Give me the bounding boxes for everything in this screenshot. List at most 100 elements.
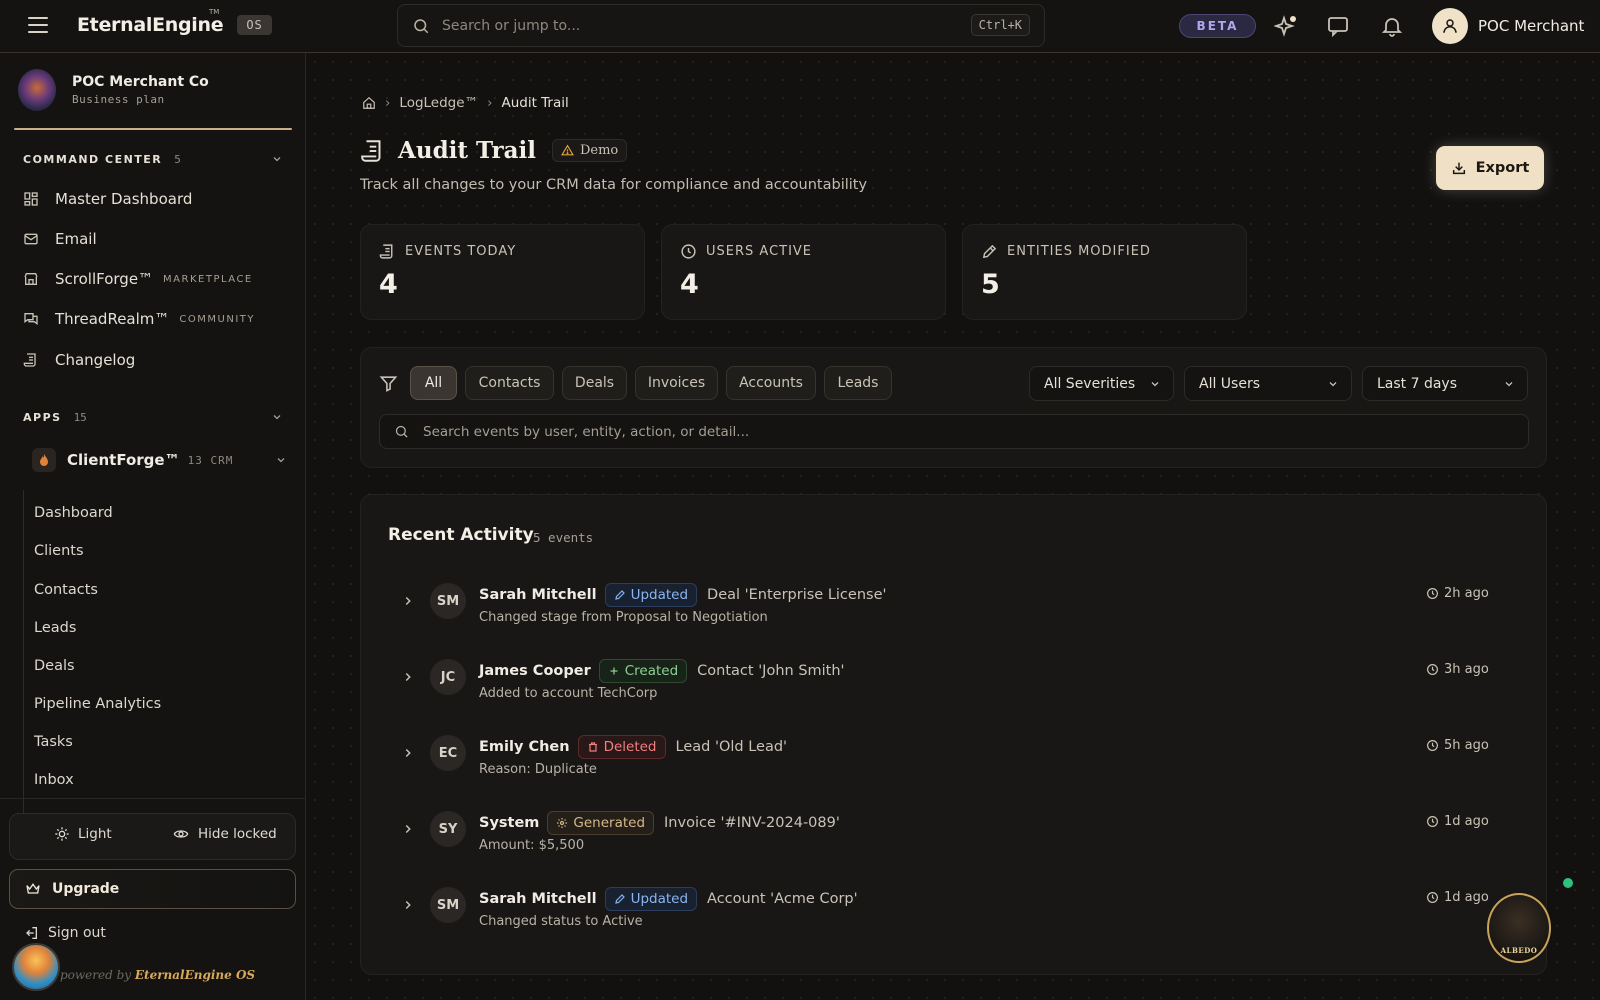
org-switcher[interactable]: POC Merchant Co Business plan: [18, 69, 209, 111]
user-menu[interactable]: POC Merchant: [1432, 8, 1584, 44]
event-entity: Account 'Acme Corp': [707, 891, 858, 907]
command-center-header[interactable]: COMMAND CENTER 5: [23, 153, 283, 166]
stat-card-users-active: USERS ACTIVE 4: [661, 224, 946, 320]
nav-label: Changelog: [55, 351, 136, 369]
nav-tag: COMMUNITY: [179, 313, 255, 325]
pencil-icon: [614, 894, 625, 904]
user-icon: [1443, 19, 1457, 33]
filter-chip-contacts[interactable]: Contacts: [465, 366, 554, 400]
sub-item-pipeline-analytics[interactable]: Pipeline Analytics: [34, 696, 161, 712]
chevron-right-icon[interactable]: [401, 746, 415, 760]
nav-label: Master Dashboard: [55, 190, 193, 208]
filter-chip-deals[interactable]: Deals: [562, 366, 627, 400]
event-entity: Lead 'Old Lead': [675, 739, 788, 755]
home-icon[interactable]: [362, 96, 376, 110]
assistant-avatar[interactable]: ALBEDO: [1487, 893, 1551, 963]
nav-item-email[interactable]: Email: [23, 230, 97, 248]
event-detail: Amount: $5,500: [479, 838, 585, 853]
assistant-label: ALBEDO: [1500, 946, 1538, 955]
event-detail: Added to account TechCorp: [479, 686, 658, 701]
store-icon: [24, 273, 38, 285]
event-detail: Changed status to Active: [479, 914, 643, 929]
section-title: APPS: [23, 411, 62, 424]
chevron-right-icon[interactable]: [401, 898, 415, 912]
export-button[interactable]: Export: [1436, 146, 1544, 190]
event-search-input[interactable]: Search events by user, entity, action, o…: [379, 414, 1529, 449]
stat-value: 4: [680, 269, 699, 300]
nav-item-threadrealm[interactable]: ThreadRealm™ COMMUNITY: [23, 310, 255, 328]
sub-item-dashboard[interactable]: Dashboard: [34, 505, 113, 521]
apps-header[interactable]: APPS 15: [23, 411, 283, 424]
sparkle-icon[interactable]: [1274, 14, 1298, 38]
bell-icon[interactable]: [1380, 14, 1404, 38]
section-count: 15: [73, 411, 87, 424]
brand-trademark: TM: [209, 8, 220, 16]
event-row[interactable]: EC Emily Chen Deleted Lead 'Old Lead' Re…: [401, 735, 1501, 795]
page-subtitle: Track all changes to your CRM data for c…: [360, 177, 868, 193]
clock-icon: [1427, 664, 1438, 675]
filter-chip-accounts[interactable]: Accounts: [726, 366, 816, 400]
event-time-label: 1d ago: [1444, 814, 1489, 829]
island-avatar[interactable]: [12, 943, 60, 991]
clock-icon: [1427, 816, 1438, 827]
sub-item-tasks[interactable]: Tasks: [34, 734, 73, 750]
menu-icon[interactable]: [28, 17, 48, 35]
event-user: System: [479, 815, 540, 831]
breadcrumb-current: Audit Trail: [501, 95, 569, 111]
search-icon: [414, 18, 429, 33]
powered-by: powered by EternalEngine OS: [60, 968, 255, 982]
action-label: Updated: [630, 891, 689, 907]
nav-label: Email: [55, 230, 97, 248]
event-entity: Deal 'Enterprise License': [707, 587, 887, 603]
upgrade-button[interactable]: Upgrade: [9, 869, 296, 909]
org-logo: [18, 69, 56, 111]
stat-label: ENTITIES MODIFIED: [1007, 244, 1151, 259]
filter-icon[interactable]: [379, 374, 398, 393]
sub-item-inbox[interactable]: Inbox: [34, 772, 74, 788]
event-time: 1d ago: [1426, 814, 1489, 829]
nav-item-master-dashboard[interactable]: Master Dashboard: [23, 190, 192, 208]
app-name: ClientForge™: [67, 451, 180, 469]
event-detail: Changed stage from Proposal to Negotiati…: [479, 610, 768, 625]
event-row[interactable]: SM Sarah Mitchell Updated Account 'Acme …: [401, 887, 1501, 947]
filter-chip-invoices[interactable]: Invoices: [635, 366, 718, 400]
messages-icon: [24, 313, 38, 325]
chevron-down-icon: [273, 415, 281, 420]
event-row[interactable]: SY System Generated Invoice '#INV-2024-0…: [401, 811, 1501, 871]
breadcrumb-item[interactable]: LogLedge™: [399, 95, 478, 111]
global-search-input[interactable]: Search or jump to... Ctrl+K: [397, 4, 1045, 47]
nav-item-changelog[interactable]: Changelog: [23, 351, 135, 369]
chevron-right-icon[interactable]: [401, 822, 415, 836]
org-name: POC Merchant Co: [72, 74, 209, 90]
download-icon: [1452, 162, 1465, 175]
hide-locked-toggle[interactable]: Hide locked: [172, 826, 277, 842]
sub-item-clients[interactable]: Clients: [34, 543, 84, 559]
filter-chip-all[interactable]: All: [410, 366, 457, 400]
stat-card-entities-modified: ENTITIES MODIFIED 5: [962, 224, 1247, 320]
sub-item-deals[interactable]: Deals: [34, 658, 75, 674]
date-range-select[interactable]: Last 7 days: [1362, 366, 1528, 401]
event-search-placeholder: Search events by user, entity, action, o…: [423, 423, 750, 440]
event-row[interactable]: JC James Cooper Created Contact 'John Sm…: [401, 659, 1501, 719]
chat-icon[interactable]: [1326, 14, 1350, 38]
action-badge: Updated: [604, 887, 698, 911]
avatar: [1432, 8, 1468, 44]
nav-item-scrollforge[interactable]: ScrollForge™ MARKETPLACE: [23, 270, 253, 288]
event-row[interactable]: SM Sarah Mitchell Updated Deal 'Enterpri…: [401, 583, 1501, 643]
scroll-icon: [23, 353, 36, 367]
sub-item-leads[interactable]: Leads: [34, 620, 76, 636]
brand[interactable]: EternalEngine TM OS: [77, 8, 272, 36]
theme-toggle[interactable]: Light: [54, 826, 112, 842]
clock-icon: [1427, 740, 1438, 751]
user-select[interactable]: All Users: [1184, 366, 1352, 401]
filter-chip-leads[interactable]: Leads: [824, 366, 892, 400]
section-title: COMMAND CENTER: [23, 153, 163, 166]
sign-out-button[interactable]: Sign out: [23, 925, 106, 941]
chevron-right-icon[interactable]: [401, 594, 415, 608]
severity-value: All Severities: [1044, 375, 1136, 392]
severity-select[interactable]: All Severities: [1029, 366, 1174, 401]
demo-label: Demo: [579, 143, 619, 158]
app-clientforge[interactable]: ClientForge™ 13 CRM: [32, 448, 287, 472]
chevron-right-icon[interactable]: [401, 670, 415, 684]
sub-item-contacts[interactable]: Contacts: [34, 582, 98, 598]
